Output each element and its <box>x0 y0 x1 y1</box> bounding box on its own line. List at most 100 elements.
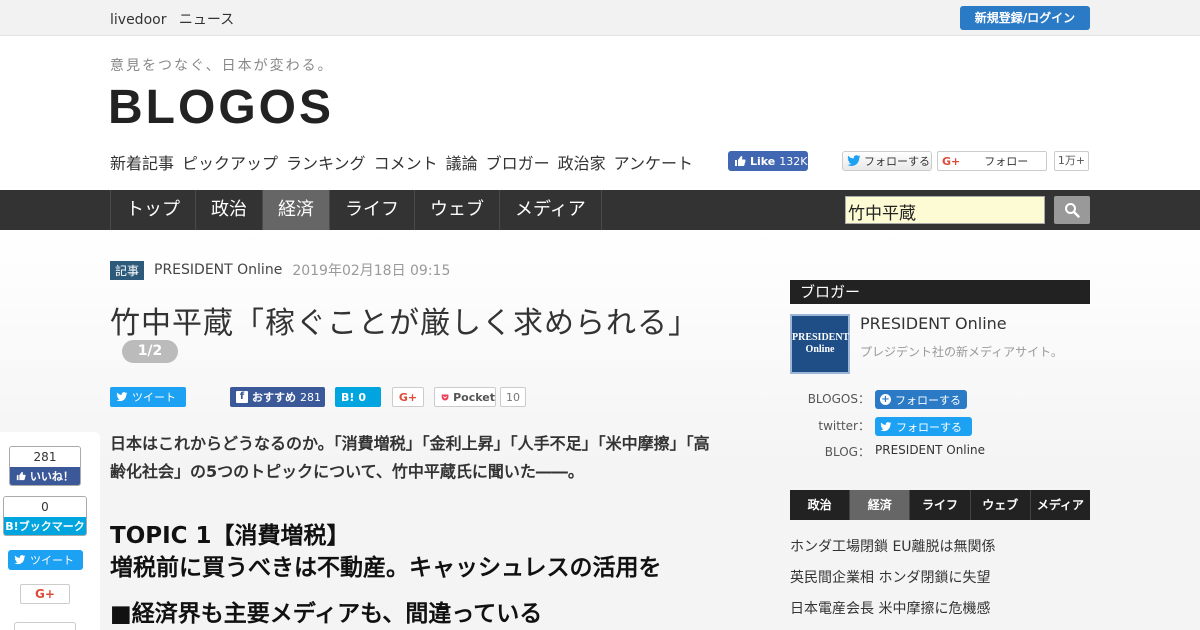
googleplus-follow-button[interactable]: G+ フォロー <box>937 151 1047 171</box>
facebook-recommend-button[interactable]: f おすすめ 281 <box>230 387 325 407</box>
topic-title: TOPIC 1【消費増税】 <box>110 523 350 549</box>
tab-life[interactable]: ライフ <box>330 190 415 230</box>
topic-heading: TOPIC 1【消費増税】 増税前に買うべきは不動産。キャッシュレスの活用を <box>110 520 662 584</box>
facebook-like-button[interactable]: Like 132K <box>728 151 808 171</box>
sidebar-tab-media[interactable]: メディア <box>1031 490 1090 520</box>
float-facebook-like[interactable]: 281 いいね！ <box>9 446 81 486</box>
twitter-bird-icon <box>847 155 861 166</box>
signup-login-button[interactable]: 新規登録/ログイン <box>960 6 1090 30</box>
twitter-bird-icon <box>880 421 892 431</box>
top-bar: livedoor ニュース 新規登録/ログイン <box>0 0 1200 36</box>
nav-comment[interactable]: コメント <box>374 150 438 174</box>
blogger-description: プレジデント社の新メディアサイト。 <box>860 345 1063 359</box>
sidebar-twitter-follow-button[interactable]: フォローする <box>875 417 972 436</box>
search-input[interactable]: 竹中平蔵 <box>845 196 1045 224</box>
search-button[interactable] <box>1054 196 1090 224</box>
sidebar-blogger-heading: ブロガー <box>790 280 1090 304</box>
nav-pickup[interactable]: ピックアップ <box>182 150 278 174</box>
brand-news[interactable]: ニュース <box>179 12 234 28</box>
logo-text-2: Online <box>805 344 835 355</box>
brand-livedoor[interactable]: livedoor <box>110 12 166 28</box>
tab-politics[interactable]: 政治 <box>196 190 263 230</box>
global-nav: 新着記事 ピックアップ ランキング コメント 議論 ブロガー 政治家 アンケート <box>110 150 693 174</box>
float-hatena-bookmark[interactable]: 0 B!ブックマーク <box>3 496 87 536</box>
article-date: 2019年02月18日 09:15 <box>292 263 451 279</box>
topic-subtitle: 増税前に買うべきは不動産。キャッシュレスの活用を <box>110 555 662 581</box>
blogos-follow-label: BLOGOS： <box>807 392 870 406</box>
float-tweet-button[interactable]: ツイート <box>8 550 83 570</box>
logo-text-1: PRESIDENT <box>792 332 850 343</box>
twitter-bird-icon <box>14 555 26 565</box>
googleplus-share-button[interactable]: G+ <box>392 387 424 407</box>
hatena-icon: B! <box>341 390 355 404</box>
nav-survey[interactable]: アンケート <box>614 150 693 174</box>
sidebar-news-item[interactable]: 日本電産会長 米中摩擦に危機感 <box>790 598 990 618</box>
fb-recommend-count: 281 <box>300 390 321 404</box>
sidebar-news-item[interactable]: 英民間企業相 ホンダ閉鎖に失望 <box>790 567 990 587</box>
twitter-bird-icon <box>116 392 128 402</box>
page-indicator: 1/2 <box>122 340 178 363</box>
fb-like-label: Like <box>750 154 776 168</box>
nav-new-articles[interactable]: 新着記事 <box>110 150 174 174</box>
livedoor-brand[interactable]: livedoor ニュース <box>110 9 242 29</box>
nav-debate[interactable]: 議論 <box>446 150 478 174</box>
blog-link[interactable]: PRESIDENT Online <box>875 443 985 457</box>
blogger-name[interactable]: PRESIDENT Online <box>860 314 1007 333</box>
article-lead-line: 齢化社会」の5つのトピックについて、竹中平蔵氏に聞いた――。 <box>110 462 584 481</box>
nav-blogger[interactable]: ブロガー <box>486 150 550 174</box>
tab-media[interactable]: メディア <box>500 190 602 230</box>
tab-web[interactable]: ウェブ <box>415 190 500 230</box>
tab-top[interactable]: トップ <box>111 190 196 230</box>
tab-economy[interactable]: 経済 <box>263 190 330 230</box>
fb-recommend-label: おすすめ <box>252 391 296 404</box>
tweet-label: ツイート <box>132 391 176 404</box>
blog-label: BLOG： <box>824 445 870 459</box>
facebook-icon: f <box>236 391 248 403</box>
sidebar-tab-politics[interactable]: 政治 <box>790 490 851 520</box>
float-fb-count: 281 <box>10 447 80 467</box>
blogos-logo[interactable]: BLOGOS <box>108 80 334 135</box>
plus-icon: + <box>880 394 891 405</box>
pocket-icon <box>441 393 449 401</box>
category-tabs: トップ 政治 経済 ライフ ウェブ メディア <box>110 190 602 230</box>
float-tweet-label: ツイート <box>30 554 74 567</box>
article-lead: 日本はこれからどうなるのか。「消費増税」「金利上昇」「人手不足」「米中摩擦」「高… <box>110 430 760 486</box>
article-lead-line: 日本はこれからどうなるのか。「消費増税」「金利上昇」「人手不足」「米中摩擦」「高 <box>110 434 710 453</box>
tweet-button[interactable]: ツイート <box>110 387 186 407</box>
sidebar-tab-web[interactable]: ウェブ <box>971 490 1031 520</box>
article-meta: 記事 PRESIDENT Online 2019年02月18日 09:15 <box>110 260 450 280</box>
sidebar-category-tabs: 政治 経済 ライフ ウェブ メディア <box>790 490 1090 520</box>
section-subheading: ■経済界も主要メディアも、間違っている <box>110 601 543 627</box>
float-pocket-button[interactable] <box>14 622 76 630</box>
twitter-follow-label: twitter： <box>818 419 870 433</box>
site-tagline: 意見をつなぐ、日本が変わる。 <box>110 58 334 74</box>
hatena-bookmark-button[interactable]: B! 0 <box>335 387 381 407</box>
pocket-label: Pocket <box>453 390 495 404</box>
article-source[interactable]: PRESIDENT Online <box>154 262 282 278</box>
president-online-logo[interactable]: PRESIDENT Online <box>790 314 850 374</box>
hatena-count: 0 <box>358 390 367 404</box>
googleplus-follow-count: 1万+ <box>1054 151 1089 171</box>
nav-politician[interactable]: 政治家 <box>558 150 606 174</box>
float-googleplus-button[interactable]: G+ <box>20 584 70 604</box>
fb-like-count: 132K <box>779 154 808 168</box>
article-title: 竹中平蔵「稼ぐことが厳しく求められる」 <box>110 306 699 341</box>
search-icon <box>1065 203 1080 218</box>
pocket-count: 10 <box>500 387 526 407</box>
twitter-follow-button[interactable]: フォローする <box>842 151 932 171</box>
thumbs-up-icon <box>735 156 746 166</box>
gp-follow-label: フォロー <box>984 155 1029 168</box>
float-fb-label: いいね！ <box>10 467 80 485</box>
sidebar-tab-economy[interactable]: 経済 <box>850 490 911 520</box>
tw-follow-label: フォローする <box>864 155 930 168</box>
float-fb-label-text: いいね！ <box>29 470 74 483</box>
pocket-button[interactable]: Pocket <box>434 387 496 407</box>
float-hb-count: 0 <box>4 497 86 517</box>
googleplus-icon: G+ <box>942 154 961 168</box>
sidebar-tab-life[interactable]: ライフ <box>910 490 971 520</box>
article-type-badge: 記事 <box>110 260 145 280</box>
blogos-follow-button[interactable]: + フォローする <box>875 390 967 409</box>
nav-ranking[interactable]: ランキング <box>286 150 366 174</box>
sidebar-news-item[interactable]: ホンダ工場閉鎖 EU離脱は無関係 <box>790 536 996 556</box>
blogos-follow-text: フォローする <box>895 393 961 407</box>
